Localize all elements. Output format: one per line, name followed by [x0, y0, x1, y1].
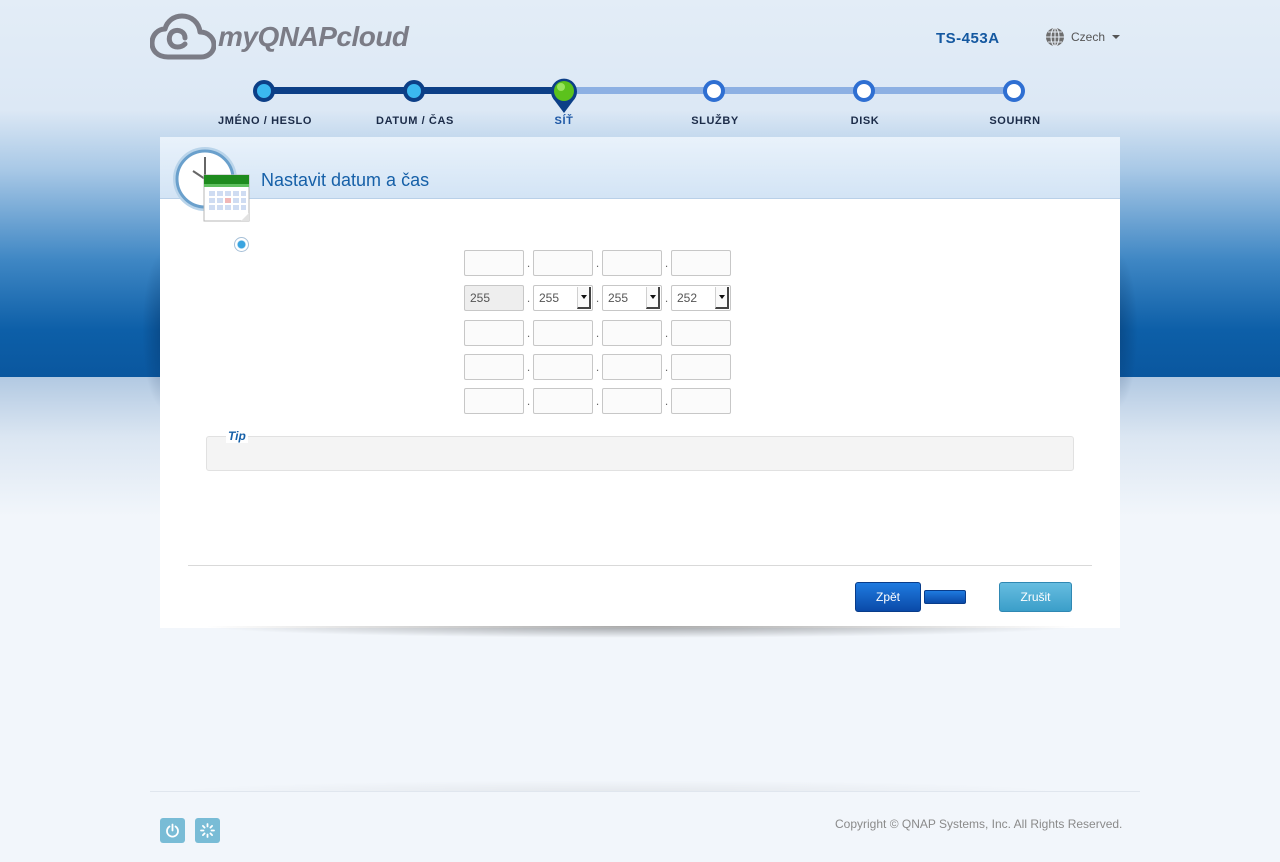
cloud-logo-icon: [150, 13, 216, 60]
ip-octet-input[interactable]: [533, 320, 593, 346]
cancel-button[interactable]: Zrušit: [999, 582, 1072, 612]
step-label-summary[interactable]: SOUHRN: [989, 115, 1040, 127]
logo: myQNAPcloud: [150, 12, 409, 62]
back-button[interactable]: Zpět: [855, 582, 921, 612]
ip-octet-input[interactable]: [464, 250, 524, 276]
mask-octet-select[interactable]: 252: [671, 285, 731, 311]
restart-button[interactable]: [195, 818, 220, 843]
ip-octet-input[interactable]: [533, 354, 593, 380]
ip-octet-input[interactable]: [464, 388, 524, 414]
language-label: Czech: [1071, 30, 1106, 44]
current-step-pin-icon: [551, 78, 577, 113]
ip-octet-input[interactable]: [464, 354, 524, 380]
step-label-services[interactable]: SLUŽBY: [691, 115, 739, 127]
step-label-date-time[interactable]: DATUM / ČAS: [376, 115, 454, 127]
primary-dns-row: . . .: [464, 354, 731, 380]
ip-octet-input[interactable]: [533, 250, 593, 276]
ip-octet-input[interactable]: [671, 320, 731, 346]
copyright-text: Copyright © QNAP Systems, Inc. All Right…: [835, 817, 1123, 831]
footer-divider: [188, 565, 1092, 566]
ip-octet-input[interactable]: [671, 354, 731, 380]
gateway-row: . . .: [464, 320, 731, 346]
wizard-panel: Nastavit datum a čas . . . 255. 255. 255…: [160, 137, 1120, 628]
ip-octet-input[interactable]: [533, 388, 593, 414]
chevron-down-icon: [1112, 35, 1121, 39]
mask-octet-select[interactable]: 255: [533, 285, 593, 311]
panel-title: Nastavit datum a čas: [261, 170, 430, 190]
ip-octet-input[interactable]: [464, 320, 524, 346]
ip-octet-input[interactable]: [602, 320, 662, 346]
step-dot-services[interactable]: [703, 80, 725, 102]
next-button[interactable]: [924, 590, 966, 604]
logo-text: myQNAPcloud: [218, 21, 409, 52]
step-dot-summary[interactable]: [1003, 80, 1025, 102]
mask-octet-readonly: 255: [464, 285, 524, 311]
ip-octet-input[interactable]: [671, 388, 731, 414]
ip-octet-input[interactable]: [602, 354, 662, 380]
tip-box: [206, 436, 1074, 471]
step-dot-name-password[interactable]: [253, 80, 275, 102]
mask-octet-select[interactable]: 255: [602, 285, 662, 311]
dropdown-arrow-icon[interactable]: [715, 287, 729, 309]
footer-line: [150, 791, 1140, 792]
dropdown-arrow-icon[interactable]: [646, 287, 660, 309]
step-label-disk[interactable]: DISK: [851, 115, 880, 127]
ip-octet-input[interactable]: [602, 250, 662, 276]
ip-octet-input[interactable]: [671, 250, 731, 276]
spinner-icon: [200, 823, 215, 838]
dropdown-arrow-icon[interactable]: [577, 287, 591, 309]
device-model: TS-453A: [936, 30, 1000, 47]
ip-address-row: . . .: [464, 250, 731, 276]
clock-calendar-icon: [173, 147, 250, 222]
step-label-name-password[interactable]: JMÉNO / HESLO: [218, 115, 312, 127]
subnet-mask-row: 255. 255. 255. 252: [464, 285, 731, 311]
power-button[interactable]: [160, 818, 185, 843]
step-dot-disk[interactable]: [853, 80, 875, 102]
language-selector[interactable]: Czech: [1045, 27, 1121, 47]
manual-setting-radio[interactable]: [234, 237, 249, 252]
ip-octet-input[interactable]: [602, 388, 662, 414]
power-icon: [166, 823, 179, 838]
secondary-dns-row: . . .: [464, 388, 731, 414]
stepper-track-remaining: [564, 87, 1014, 94]
tip-title: Tip: [226, 429, 248, 443]
globe-icon: [1046, 27, 1064, 47]
step-dot-date-time[interactable]: [403, 80, 425, 102]
step-label-network[interactable]: SÍŤ: [555, 115, 574, 127]
panel-bottom-shadow: [200, 626, 1082, 638]
